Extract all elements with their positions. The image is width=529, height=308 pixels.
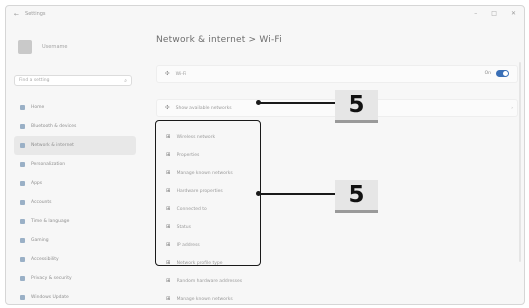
window-controls: – □ ✕	[474, 10, 516, 17]
highlight-box	[155, 120, 261, 266]
back-arrow-icon[interactable]: ←	[14, 11, 19, 18]
sidebar-item-accessibility[interactable]: Accessibility	[14, 250, 136, 269]
sidebar-nav: Home Bluetooth & devices Network & inter…	[14, 98, 136, 304]
bluetooth-icon	[20, 124, 25, 129]
maximize-button[interactable]: □	[491, 10, 497, 17]
sidebar-item-privacy[interactable]: Privacy & security	[14, 269, 136, 288]
accessibility-icon	[20, 257, 25, 262]
network-icon	[20, 143, 25, 148]
callout-line-middle	[259, 193, 335, 195]
chevron-right-icon: ›	[511, 105, 513, 111]
sidebar-item-personalization[interactable]: Personalization	[14, 155, 136, 174]
window-title: Settings	[25, 11, 46, 17]
sidebar-item-time-language[interactable]: Time & language	[14, 212, 136, 231]
scrollbar[interactable]	[519, 62, 521, 262]
list-item[interactable]: ⊞ Random hardware addresses	[156, 272, 518, 290]
sidebar: Username Find a setting ⌕ Home Bluetooth…	[6, 22, 142, 304]
sidebar-item-label: Personalization	[31, 162, 66, 167]
user-name: Username	[42, 44, 68, 50]
list-item-label: Manage known networks	[176, 296, 233, 302]
list-item-label: Random hardware addresses	[176, 278, 243, 284]
sidebar-item-label: Bluetooth & devices	[31, 124, 77, 129]
search-icon[interactable]: ⌕	[124, 78, 127, 84]
person-icon	[20, 200, 25, 205]
callout-badge-middle: 5	[335, 180, 378, 210]
brush-icon	[20, 162, 25, 167]
sidebar-item-label: Network & internet	[31, 143, 74, 148]
wifi-icon: ✣	[165, 71, 170, 77]
callout-line-top	[259, 102, 335, 104]
sidebar-item-label: Accessibility	[31, 257, 59, 262]
sidebar-item-windows-update[interactable]: Windows Update	[14, 288, 136, 304]
sidebar-item-network[interactable]: Network & internet	[14, 136, 136, 155]
clock-icon	[20, 219, 25, 224]
wifi-icon: ✣	[165, 105, 170, 111]
gamepad-icon	[20, 238, 25, 243]
user-profile[interactable]: Username	[18, 40, 68, 54]
network-icon: ⊞	[166, 296, 171, 302]
sidebar-item-label: Windows Update	[31, 295, 69, 300]
search-placeholder: Find a setting	[19, 78, 50, 83]
sidebar-item-gaming[interactable]: Gaming	[14, 231, 136, 250]
home-icon	[20, 105, 25, 110]
sidebar-item-label: Apps	[31, 181, 43, 186]
sidebar-item-bluetooth[interactable]: Bluetooth & devices	[14, 117, 136, 136]
wifi-toggle-label: On	[484, 71, 491, 76]
callout-badge-underline-top	[335, 120, 378, 123]
available-networks-label: Show available networks	[175, 105, 232, 111]
sidebar-item-label: Time & language	[31, 219, 70, 224]
apps-icon	[20, 181, 25, 186]
wifi-row-label: Wi-Fi	[175, 71, 187, 77]
network-icon: ⊞	[166, 278, 171, 284]
shield-icon	[20, 276, 25, 281]
sidebar-item-label: Gaming	[31, 238, 49, 243]
callout-badge-underline-middle	[335, 210, 378, 213]
sidebar-item-accounts[interactable]: Accounts	[14, 193, 136, 212]
wifi-toggle[interactable]: On	[485, 70, 509, 77]
settings-window: ← Settings – □ ✕ Username Find a setting…	[5, 5, 525, 305]
sidebar-item-label: Accounts	[31, 200, 52, 205]
wifi-toggle-switch[interactable]	[496, 70, 509, 77]
sidebar-item-label: Privacy & security	[31, 276, 72, 281]
list-item[interactable]: ⊞ Manage known networks	[156, 290, 518, 304]
update-icon	[20, 295, 25, 300]
wifi-row[interactable]: ✣ Wi-Fi On	[156, 65, 518, 83]
sidebar-item-label: Home	[31, 105, 45, 110]
page-title: Network & internet > Wi-Fi	[156, 35, 282, 45]
callout-badge-top: 5	[335, 90, 378, 120]
search-input[interactable]: Find a setting ⌕	[14, 75, 132, 86]
minimize-button[interactable]: –	[474, 10, 477, 17]
sidebar-item-apps[interactable]: Apps	[14, 174, 136, 193]
close-button[interactable]: ✕	[511, 10, 516, 17]
title-bar: ← Settings – □ ✕	[6, 6, 524, 22]
sidebar-item-home[interactable]: Home	[14, 98, 136, 117]
avatar	[18, 40, 32, 54]
